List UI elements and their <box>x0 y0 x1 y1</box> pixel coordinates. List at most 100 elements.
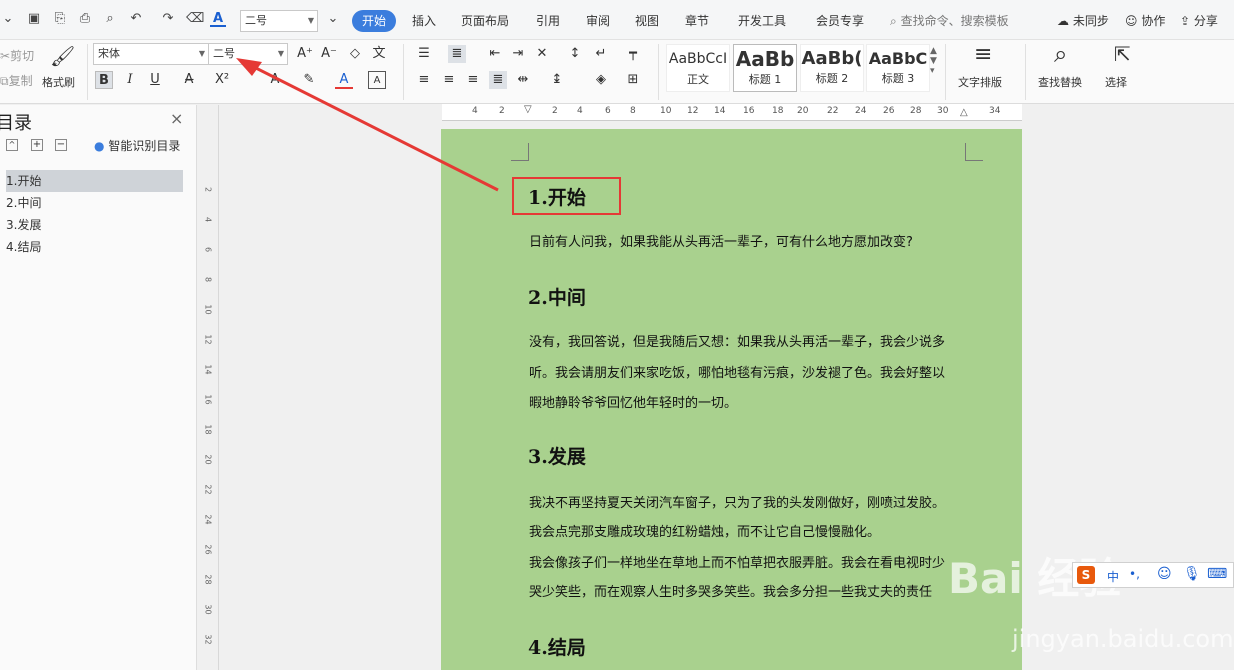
underline-button[interactable]: U <box>146 71 164 89</box>
close-icon[interactable]: × <box>170 109 183 128</box>
text-effect-icon[interactable]: A <box>266 71 284 89</box>
chevron-down-icon[interactable]: ⌄ <box>0 11 16 27</box>
ime-toolbar[interactable]: S 中 •, ☺ 🎙 ⌨ <box>1072 562 1234 588</box>
style-heading-2[interactable]: AaBb( 标题 2 <box>800 44 864 92</box>
find-replace-button[interactable]: 查找替换 <box>1038 74 1082 90</box>
more-chevron-icon[interactable]: ⌄ <box>325 11 341 27</box>
keyboard-icon[interactable]: ⌨ <box>1207 566 1227 582</box>
collapse-icon[interactable]: ^ <box>6 139 18 151</box>
select-button[interactable]: 选择 <box>1105 74 1127 90</box>
expand-icon[interactable]: + <box>31 139 43 151</box>
brush-icon[interactable]: 🖌 <box>50 44 75 68</box>
clear-format-icon[interactable]: ⌫ <box>186 11 204 27</box>
right-indent-marker-icon[interactable]: △ <box>960 107 968 118</box>
font-color-icon[interactable]: A <box>210 11 226 27</box>
paragraph-3-line-3[interactable]: 我会像孩子们一样地坐在草地上而不怕草把衣服弄脏。我会在看电视时少 <box>529 549 945 579</box>
heading-3[interactable]: 3.发展 <box>528 442 586 469</box>
align-right-icon[interactable]: ≡ <box>464 71 482 89</box>
numbered-list-icon[interactable]: ≣ <box>448 45 466 63</box>
toc-item-3[interactable]: 3.发展 <box>6 214 183 236</box>
paragraph-2-line-3[interactable]: 暇地静聆爷爷回忆他年轻时的一切。 <box>529 389 737 419</box>
heading-4[interactable]: 4.结局 <box>528 633 586 660</box>
line-spacing-icon[interactable]: ↨ <box>548 71 566 89</box>
ime-lang-toggle[interactable]: 中 <box>1107 568 1119 585</box>
tab-review[interactable]: 审阅 <box>586 12 610 29</box>
paragraph-2-line-2[interactable]: 听。我会请朋友们来家吃饭，哪怕地毯有污痕，沙发褪了色。我会好整以 <box>529 359 945 389</box>
print-icon[interactable]: ⎙ <box>77 11 93 27</box>
ime-punct-toggle[interactable]: •, <box>1129 567 1140 581</box>
phonetic-icon[interactable]: 文 <box>370 45 388 63</box>
text-layout-icon[interactable]: ≡ <box>974 42 992 67</box>
asian-layout-icon[interactable]: ✕ <box>533 45 551 63</box>
font-name-combo[interactable]: 宋体 ▼ <box>93 43 209 65</box>
shading-icon[interactable]: ◈ <box>592 71 610 89</box>
sort-icon[interactable]: ↕ <box>566 45 584 63</box>
justify-icon[interactable]: ≣ <box>489 71 507 89</box>
tab-member[interactable]: 会员专享 <box>816 12 864 29</box>
increase-font-icon[interactable]: A⁺ <box>296 45 314 63</box>
tab-references[interactable]: 引用 <box>536 12 560 29</box>
bullet-list-icon[interactable]: ☰ <box>415 45 433 63</box>
export-icon[interactable]: ⎘ <box>52 11 68 27</box>
highlight-pen-icon[interactable]: ✎ <box>300 71 318 89</box>
format-painter-label[interactable]: 格式刷 <box>42 74 75 90</box>
char-border-icon[interactable]: A <box>368 71 386 89</box>
indent-icon[interactable]: ⇥ <box>509 45 527 63</box>
border-icon[interactable]: ⊞ <box>624 71 642 89</box>
style-normal[interactable]: AaBbCcI 正文 <box>666 44 730 92</box>
print-preview-icon[interactable]: ⌕ <box>102 11 118 27</box>
vertical-ruler[interactable]: 2 4 6 8 10 12 14 16 18 20 22 24 26 28 30 32 <box>197 105 219 670</box>
redo-icon[interactable]: ↷ <box>160 11 176 27</box>
minus-icon[interactable]: − <box>55 139 67 151</box>
decrease-font-icon[interactable]: A⁻ <box>320 45 338 63</box>
show-marks-icon[interactable]: ↵ <box>592 45 610 63</box>
share-button[interactable]: ⇪ 分享 <box>1180 12 1218 29</box>
font-color-ribbon-icon[interactable]: A <box>335 71 353 89</box>
tab-chapter[interactable]: 章节 <box>685 12 709 29</box>
superscript-icon[interactable]: X² <box>213 71 231 89</box>
indent-marker-icon[interactable]: ▽ <box>524 104 532 115</box>
copy-button[interactable]: ⧉复制 <box>0 72 33 89</box>
toc-item-1[interactable]: 1.开始 <box>6 170 183 192</box>
smart-toc-button[interactable]: ● 智能识别目录 <box>94 137 180 154</box>
distribute-icon[interactable]: ⇹ <box>514 71 532 89</box>
collab-button[interactable]: ☺ 协作 <box>1125 12 1165 29</box>
toc-item-2[interactable]: 2.中间 <box>6 192 183 214</box>
command-search[interactable]: ⌕ 查找命令、搜索模板 <box>890 12 1009 29</box>
cursor-icon[interactable]: ⇱ <box>1114 42 1131 66</box>
bold-button[interactable]: B <box>95 71 113 89</box>
style-heading-1[interactable]: AaBb 标题 1 <box>733 44 797 92</box>
tab-developer[interactable]: 开发工具 <box>738 12 786 29</box>
sync-status[interactable]: ☁ 未同步 <box>1057 12 1109 29</box>
menu-font-size-combo[interactable]: 二号 ▼ <box>240 10 318 32</box>
align-center-icon[interactable]: ≡ <box>440 71 458 89</box>
tab-home[interactable]: 开始 <box>352 10 396 32</box>
toc-item-4[interactable]: 4.结局 <box>6 236 183 258</box>
style-scroll-icon[interactable]: ▲ ▼ ▾ <box>930 46 937 76</box>
paragraph-3-line-4[interactable]: 哭少笑些，而在观察人生时多哭多笑些。我会多分担一些我丈夫的责任 <box>529 578 932 608</box>
style-heading-3[interactable]: AaBbC 标题 3 <box>866 44 930 92</box>
outdent-icon[interactable]: ⇤ <box>486 45 504 63</box>
undo-icon[interactable]: ↶ <box>128 11 144 27</box>
align-left-icon[interactable]: ≡ <box>415 71 433 89</box>
tab-page-layout[interactable]: 页面布局 <box>461 12 509 29</box>
heading-2[interactable]: 2.中间 <box>528 283 586 310</box>
italic-button[interactable]: I <box>121 71 139 89</box>
ruler-icon[interactable]: ┯ <box>624 45 642 63</box>
font-size-combo[interactable]: 二号 ▼ <box>208 43 288 65</box>
strikethrough-icon[interactable]: A̶ <box>180 71 198 89</box>
paragraph-2-line-1[interactable]: 没有，我回答说，但是我随后又想：如果我从头再活一辈子，我会少说多 <box>529 328 945 358</box>
cut-button[interactable]: ✂剪切 <box>0 47 34 64</box>
sogou-icon[interactable]: S <box>1077 566 1095 584</box>
emoji-icon[interactable]: ☺ <box>1157 566 1172 582</box>
magnifier-icon[interactable]: ⌕ <box>1054 40 1067 68</box>
horizontal-ruler[interactable]: 4 2 2 4 6 8 10 12 14 16 18 20 22 24 26 28 30 34 ▽ △ <box>442 104 1022 121</box>
microphone-icon[interactable]: 🎙 <box>1183 566 1201 582</box>
paragraph-1[interactable]: 日前有人问我，如果我能从头再活一辈子，可有什么地方愿加改变? <box>529 228 913 258</box>
paragraph-3-line-1[interactable]: 我决不再坚持夏天关闭汽车窗子，只为了我的头发刚做好，刚喷过发胶。 <box>529 489 945 519</box>
tab-view[interactable]: 视图 <box>635 12 659 29</box>
save-icon[interactable]: ▣ <box>26 11 42 27</box>
paragraph-3-line-2[interactable]: 我会点完那支雕成玫瑰的红粉蜡烛，而不让它自己慢慢融化。 <box>529 518 880 548</box>
text-layout-button[interactable]: 文字排版 <box>958 74 1002 90</box>
eraser-icon[interactable]: ◇ <box>346 45 364 63</box>
